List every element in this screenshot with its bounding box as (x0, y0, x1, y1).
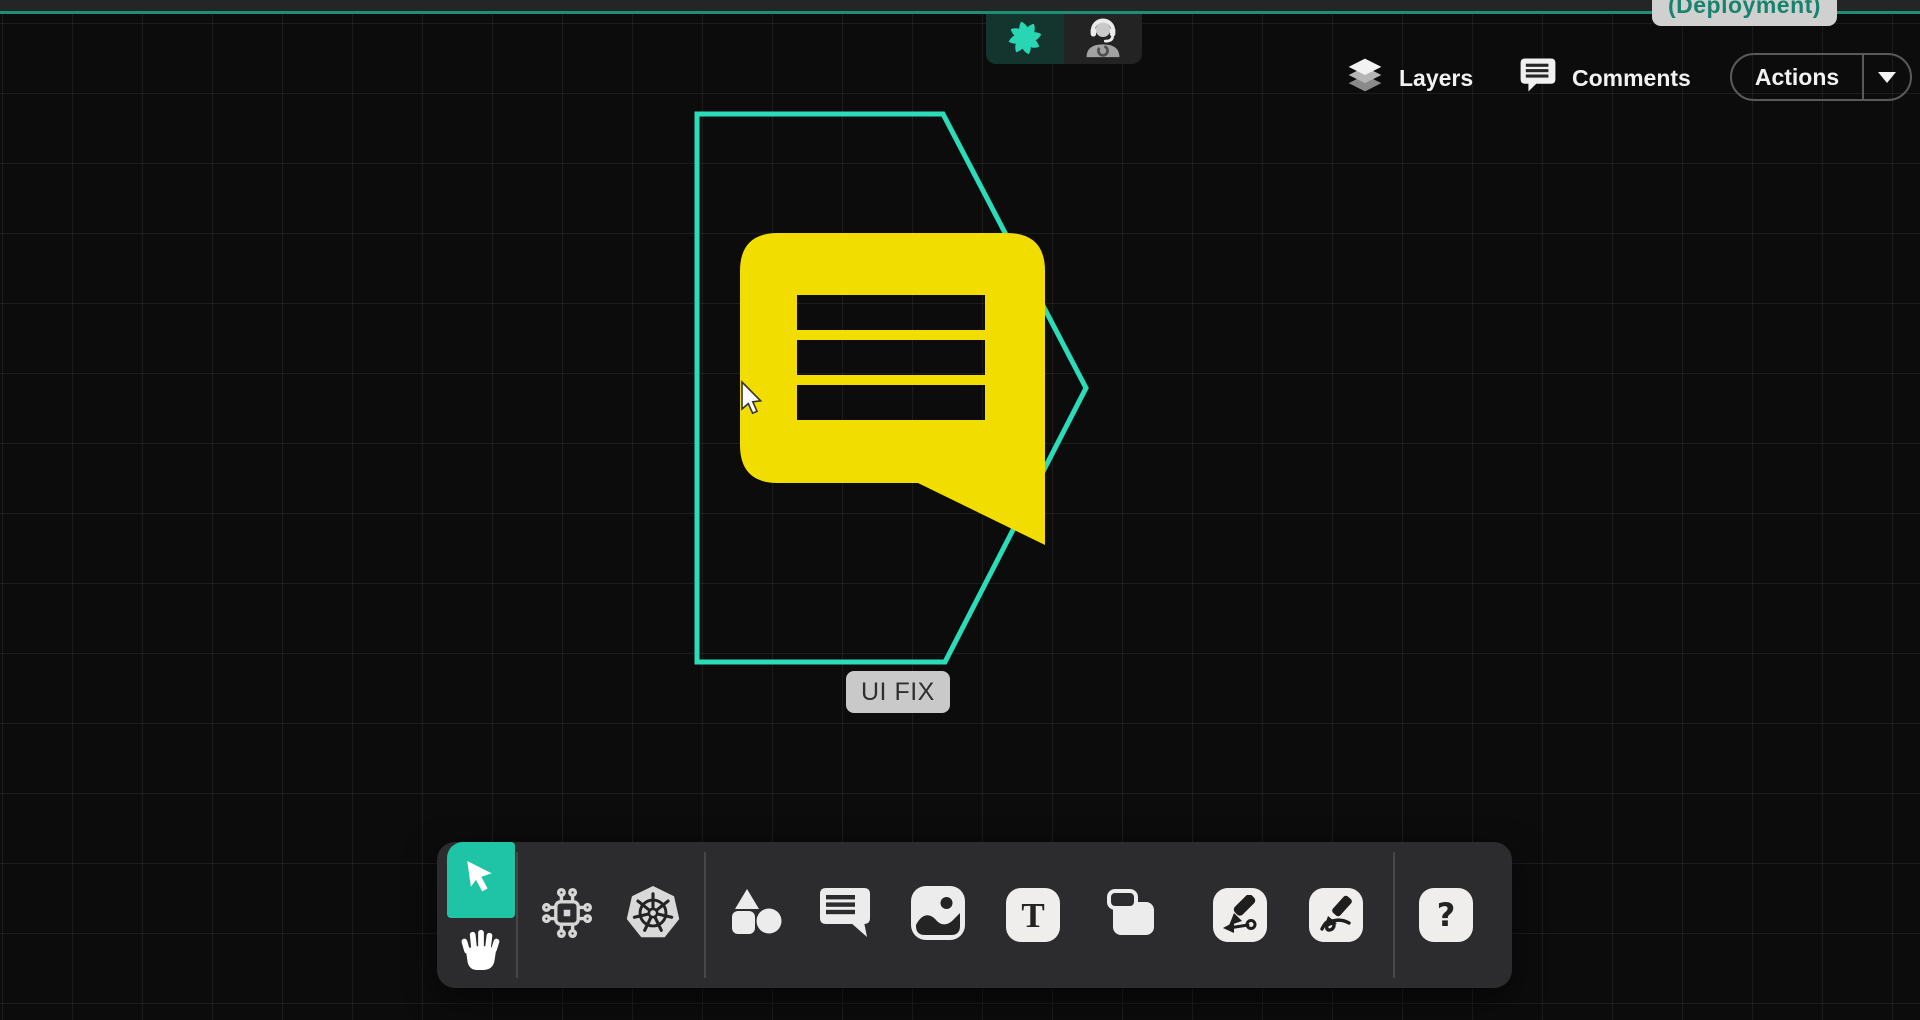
layers-icon (1345, 55, 1385, 101)
toolbar-divider (1393, 852, 1395, 978)
app-screen: (Deployment) (0, 0, 1920, 1020)
support-headset-icon (1081, 15, 1125, 64)
tool-node[interactable] (1104, 887, 1160, 943)
actions-dropdown-toggle[interactable] (1862, 55, 1910, 99)
nav-layers-label: Layers (1399, 65, 1473, 92)
support-button[interactable] (1064, 14, 1142, 64)
nav-item-layers[interactable]: Layers (1345, 56, 1473, 100)
tool-help[interactable]: ? (1418, 887, 1474, 943)
text-icon: T (1006, 888, 1060, 942)
nav-comments-label: Comments (1572, 65, 1691, 92)
help-tool-glyph: ? (1437, 899, 1456, 931)
comments-icon (1518, 56, 1558, 100)
text-tool-glyph: T (1021, 898, 1044, 933)
cursor-arrow-icon (463, 858, 499, 903)
tool-hardware[interactable] (539, 887, 595, 943)
tool-shapes[interactable] (729, 887, 785, 943)
top-center-button-group (986, 14, 1142, 64)
comment-bubble-shape[interactable] (740, 233, 1045, 545)
tool-kubernetes[interactable] (625, 887, 681, 943)
tool-text[interactable]: T (1005, 887, 1061, 943)
logo-button[interactable] (986, 14, 1064, 64)
tool-comment[interactable] (817, 887, 873, 943)
tool-select[interactable] (447, 842, 515, 918)
image-icon (911, 886, 965, 945)
hand-icon (460, 927, 502, 976)
kubernetes-helm-icon (625, 885, 681, 946)
actions-button[interactable]: Actions (1730, 53, 1912, 101)
shape-name-label[interactable]: UI FIX (846, 671, 950, 713)
nav-item-comments[interactable]: Comments (1518, 56, 1691, 100)
deployment-tooltip: (Deployment) (1652, 0, 1837, 26)
actions-button-label: Actions (1732, 55, 1862, 99)
spiral-logo-icon (1002, 14, 1048, 64)
caret-down-icon (1878, 72, 1896, 83)
chip-icon (539, 885, 595, 946)
tool-draw[interactable] (1308, 887, 1364, 943)
node-frame-icon (1105, 886, 1159, 945)
comment-bubble-icon (817, 886, 873, 945)
toolbar-divider (516, 852, 518, 978)
window-top-strip (0, 0, 1920, 14)
bottom-toolbar: T (437, 842, 1512, 988)
pen-connector-icon (1213, 888, 1267, 942)
tool-image[interactable] (910, 887, 966, 943)
tool-connector[interactable] (1212, 887, 1268, 943)
pencil-scribble-icon (1309, 888, 1363, 942)
question-mark-icon: ? (1419, 888, 1473, 942)
shapes-icon (728, 888, 786, 943)
tool-pan[interactable] (447, 920, 515, 982)
toolbar-divider (704, 852, 706, 978)
